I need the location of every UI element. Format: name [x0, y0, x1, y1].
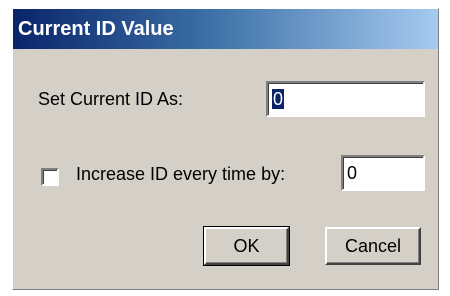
- cancel-button[interactable]: Cancel: [325, 227, 421, 265]
- window-title: Current ID Value: [18, 18, 174, 40]
- current-id-value: 0: [272, 89, 285, 109]
- increase-by-input[interactable]: 0: [341, 155, 425, 191]
- current-id-input[interactable]: 0: [266, 81, 425, 117]
- title-bar[interactable]: Current ID Value: [13, 9, 438, 49]
- ok-button[interactable]: OK: [203, 226, 290, 266]
- increase-id-checkbox[interactable]: [41, 168, 59, 186]
- set-current-id-label: Set Current ID As:: [38, 89, 184, 109]
- current-id-dialog: Current ID Value Set Current ID As: 0 In…: [12, 8, 439, 290]
- increase-by-value: 0: [347, 163, 358, 183]
- increase-id-label: Increase ID every time by:: [76, 164, 286, 184]
